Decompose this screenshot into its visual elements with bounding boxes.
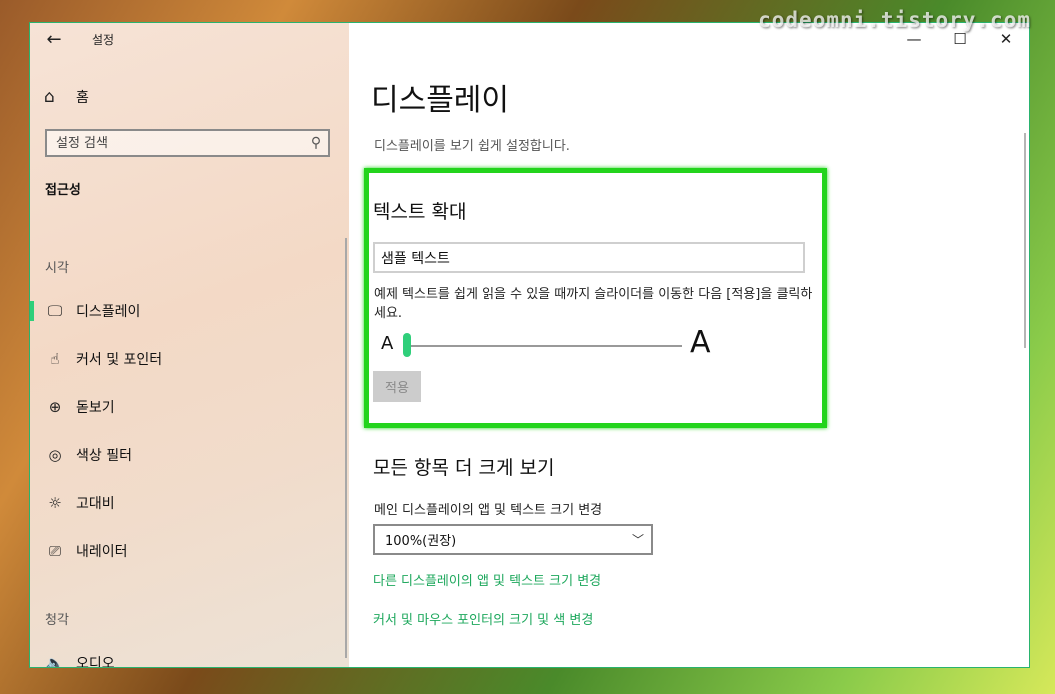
search-icon[interactable]: ⚲ <box>304 135 328 151</box>
text-size-slider-thumb[interactable] <box>403 333 411 357</box>
scale-dropdown[interactable]: 100%(권장) ﹀ <box>373 524 653 555</box>
link-cursor-size[interactable]: 커서 및 마우스 포인터의 크기 및 색 변경 <box>373 609 593 628</box>
sidebar: ← 설정 ⌂ 홈 ⚲ 접근성 시각 🖵 디스플레이 ☝ 커서 및 포인터 ⊕ 돋… <box>30 23 349 667</box>
home-label: 홈 <box>76 90 89 106</box>
search-input[interactable] <box>47 134 304 152</box>
speaker-icon: 🔈 <box>45 654 65 668</box>
sidebar-item-label: 내레이터 <box>76 544 128 560</box>
slider-max-label: A <box>690 325 711 360</box>
sidebar-item-display[interactable]: 🖵 디스플레이 <box>30 295 349 327</box>
main-content: — ☐ ✕ 디스플레이 디스플레이를 보기 쉽게 설정합니다. 텍스트 확대 예… <box>349 23 1029 667</box>
text-zoom-instructions: 예제 텍스트를 쉽게 읽을 수 있을 때까지 슬라이더를 이동한 다음 [적용]… <box>374 287 813 321</box>
group-label-vision: 시각 <box>45 261 69 276</box>
display-icon: 🖵 <box>47 302 63 320</box>
sidebar-item-high-contrast[interactable]: ☼ 고대비 <box>30 487 349 519</box>
sidebar-item-home[interactable]: ⌂ 홈 <box>44 85 89 109</box>
sidebar-item-label: 색상 필터 <box>76 448 132 464</box>
scale-dropdown-label: 메인 디스플레이의 앱 및 텍스트 크기 변경 <box>374 503 603 518</box>
sidebar-item-cursor-pointer[interactable]: ☝ 커서 및 포인터 <box>30 343 349 375</box>
app-title: 설정 <box>92 33 115 47</box>
sidebar-item-narrator[interactable]: ⎚ 내레이터 <box>30 535 349 567</box>
sidebar-item-audio[interactable]: 🔈 오디오 <box>30 647 349 668</box>
make-bigger-title: 모든 항목 더 크게 보기 <box>373 457 555 479</box>
cursor-hand-icon: ☝ <box>50 350 60 368</box>
chevron-down-icon: ﹀ <box>631 533 644 547</box>
sidebar-scrollbar[interactable] <box>345 238 347 658</box>
selection-indicator <box>30 301 34 321</box>
page-description: 디스플레이를 보기 쉽게 설정합니다. <box>374 139 570 154</box>
link-other-displays[interactable]: 다른 디스플레이의 앱 및 텍스트 크기 변경 <box>373 570 601 589</box>
search-box[interactable]: ⚲ <box>45 129 330 157</box>
group-label-hearing: 청각 <box>45 613 69 628</box>
section-heading: 접근성 <box>45 183 81 198</box>
apply-button[interactable]: 적용 <box>373 371 421 402</box>
brightness-icon: ☼ <box>48 494 62 512</box>
sidebar-item-color-filter[interactable]: ◎ 색상 필터 <box>30 439 349 471</box>
text-zoom-title: 텍스트 확대 <box>373 201 467 223</box>
page-title: 디스플레이 <box>371 83 509 118</box>
sidebar-item-label: 돋보기 <box>76 400 115 416</box>
sidebar-item-label: 고대비 <box>76 496 115 512</box>
text-size-slider-track[interactable] <box>407 345 682 347</box>
watermark: codeomni.tistory.com <box>758 8 1031 32</box>
home-icon: ⌂ <box>44 87 55 107</box>
sample-text-field[interactable] <box>373 242 805 273</box>
sidebar-item-label: 커서 및 포인터 <box>76 352 163 368</box>
slider-min-label: A <box>381 333 394 354</box>
sidebar-item-label: 디스플레이 <box>76 304 141 320</box>
settings-window: ← 설정 ⌂ 홈 ⚲ 접근성 시각 🖵 디스플레이 ☝ 커서 및 포인터 ⊕ 돋… <box>29 22 1030 668</box>
magnifier-icon: ⊕ <box>48 398 62 416</box>
sidebar-item-label: 오디오 <box>76 656 115 668</box>
narrator-icon: ⎚ <box>48 542 61 560</box>
sidebar-item-magnifier[interactable]: ⊕ 돋보기 <box>30 391 349 423</box>
content-scrollbar[interactable] <box>1024 133 1026 348</box>
back-arrow-icon[interactable]: ← <box>40 29 68 51</box>
scale-dropdown-value: 100%(권장) <box>385 534 457 549</box>
palette-icon: ◎ <box>48 446 62 464</box>
